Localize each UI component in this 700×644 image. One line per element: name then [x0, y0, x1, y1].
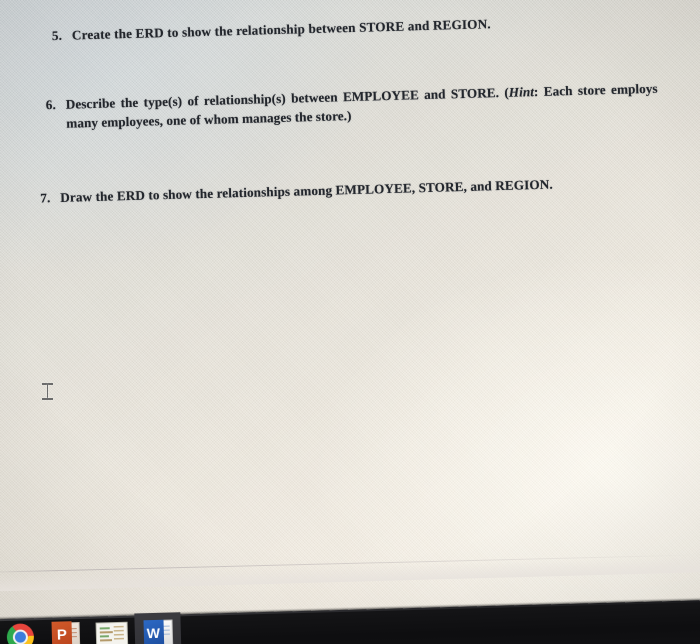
taskbar[interactable]: P W	[0, 598, 700, 644]
document-body[interactable]: 5. Create the ERD to show the relationsh…	[0, 0, 700, 644]
question-text: Create the ERD to show the relationship …	[72, 13, 542, 45]
question-item-7: 7. Draw the ERD to show the relationship…	[40, 173, 610, 208]
powerpoint-letter: P	[51, 621, 73, 644]
taskbar-item-word[interactable]: W	[134, 612, 182, 644]
document-thumbnail-icon	[95, 621, 129, 644]
taskbar-item-chrome[interactable]	[0, 616, 43, 644]
word-letter: W	[143, 619, 164, 644]
taskbar-item-document[interactable]	[88, 614, 135, 644]
question-number: 5.	[51, 27, 63, 44]
question-number: 7.	[40, 190, 51, 206]
question-text-italic: Hint	[508, 84, 535, 100]
taskbar-icon-group: P W	[0, 612, 182, 644]
question-number: 6.	[45, 97, 57, 113]
chrome-icon	[6, 622, 34, 644]
screen-photograph: 5. Create the ERD to show the relationsh…	[0, 0, 700, 644]
question-item-5: 5. Create the ERD to show the relationsh…	[52, 13, 542, 45]
powerpoint-icon: P	[51, 621, 81, 644]
word-icon: W	[143, 619, 173, 644]
question-item-6: 6. Describe the type(s) of relationship(…	[46, 79, 659, 134]
question-text: Describe the type(s) of relationship(s) …	[66, 79, 659, 133]
taskbar-item-powerpoint[interactable]: P	[42, 615, 89, 644]
question-text: Draw the ERD to show the relationships a…	[60, 173, 610, 207]
question-text-main: Create the ERD to show the relationship …	[71, 16, 491, 43]
question-text-main: Describe the type(s) of relationship(s) …	[65, 84, 510, 112]
question-text-main: Draw the ERD to show the relationships a…	[60, 176, 553, 205]
